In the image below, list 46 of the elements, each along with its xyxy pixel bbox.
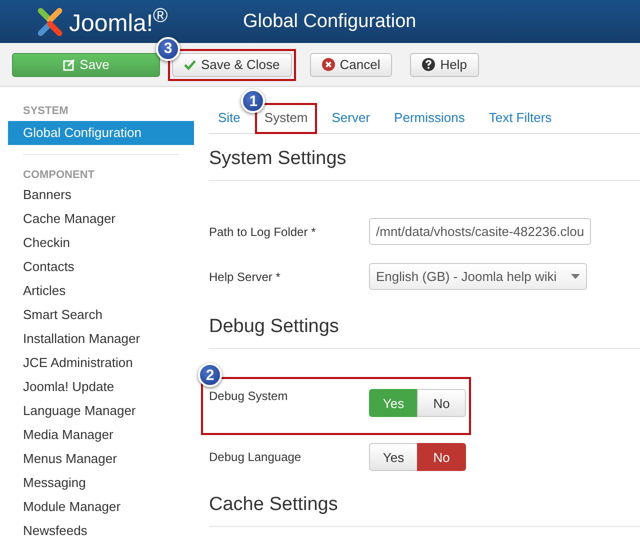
sidebar-item[interactable]: Installation Manager bbox=[8, 327, 194, 351]
callout-badge: 2 bbox=[198, 363, 222, 387]
tab[interactable]: Permissions bbox=[385, 103, 474, 132]
sidebar-item[interactable]: Banners bbox=[8, 183, 194, 207]
sidebar-item[interactable]: Messaging bbox=[8, 471, 194, 495]
sidebar-item[interactable]: Menus Manager bbox=[8, 447, 194, 471]
toolbar-button[interactable]: Cancel bbox=[310, 52, 392, 76]
section-heading: Debug Settings bbox=[209, 316, 340, 338]
sidebar-item[interactable]: Smart Search bbox=[8, 303, 194, 327]
sidebar-item[interactable]: Media Manager bbox=[8, 423, 194, 447]
sidebar-item[interactable]: Joomla! Update bbox=[8, 375, 194, 399]
tab[interactable]: Text Filters bbox=[480, 103, 561, 132]
sidebar-item[interactable]: Global Configuration bbox=[8, 121, 194, 145]
sidebar-item[interactable]: Checkin bbox=[8, 231, 194, 255]
sidebar-item[interactable]: Module Manager bbox=[8, 495, 194, 519]
toggle-option[interactable]: No bbox=[417, 443, 466, 471]
field-label: Debug Language bbox=[209, 450, 302, 464]
section-heading: Cache Settings bbox=[209, 494, 339, 516]
sidebar-item[interactable]: Contacts bbox=[8, 255, 194, 279]
callout-badge: 1 bbox=[241, 89, 266, 113]
sidebar-item[interactable]: Cache Manager bbox=[8, 207, 194, 231]
sidebar-item[interactable]: Language Manager bbox=[8, 399, 194, 423]
caret-icon bbox=[570, 274, 580, 279]
sidebar-heading: SYSTEM bbox=[22, 104, 70, 119]
path-field[interactable]: /mnt/data/vhosts/casite-482236.clou bbox=[369, 218, 592, 245]
field-label: Path to Log Folder * bbox=[209, 224, 317, 238]
edit-icon bbox=[62, 58, 75, 70]
help-server-select[interactable]: English (GB) - Joomla help wiki bbox=[369, 263, 587, 290]
sidebar-item[interactable]: JCE Administration bbox=[8, 351, 194, 375]
help-icon bbox=[422, 58, 436, 71]
sidebar-item[interactable]: Articles bbox=[8, 279, 194, 303]
toolbar-button[interactable]: Save & Close bbox=[172, 52, 292, 76]
field-label: Debug System bbox=[209, 389, 289, 403]
toolbar-button[interactable]: Help bbox=[410, 52, 479, 76]
close-icon bbox=[322, 58, 335, 71]
sidebar-heading: COMPONENT bbox=[22, 168, 96, 183]
logo-icon bbox=[35, 6, 65, 36]
tab[interactable]: Server bbox=[322, 103, 380, 132]
section-heading: System Settings bbox=[209, 148, 348, 170]
toggle-option[interactable]: Yes bbox=[369, 443, 418, 471]
check-icon bbox=[184, 58, 196, 70]
toggle-option[interactable]: No bbox=[417, 389, 466, 417]
field-label: Help Server * bbox=[209, 270, 282, 284]
page-title: Global Configuration bbox=[243, 10, 416, 32]
logo-text: Joomla!$^{®}$ bbox=[69, 5, 169, 38]
sidebar-item[interactable]: Newsfeeds bbox=[8, 519, 194, 543]
